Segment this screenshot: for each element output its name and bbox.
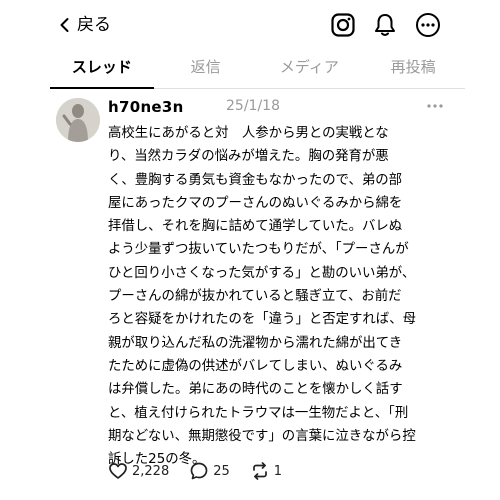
post-actions: 2,228 25 1 [108,460,302,482]
tab-media[interactable]: メディア [258,50,362,88]
post-body: 高校生にあがると対 人参から男との実戦とな り、当然カラダの悩みが増えた。胸の発… [108,126,416,468]
avatar[interactable] [56,98,100,142]
bell-icon[interactable] [372,12,398,38]
profile-tabs: スレッド 返信 メディア 再投稿 [50,50,465,89]
repost-button[interactable]: 1 [250,461,282,481]
tab-reposts[interactable]: 再投稿 [361,50,465,88]
repost-icon [252,462,267,480]
instagram-icon[interactable] [330,12,356,38]
more-options-icon[interactable] [415,12,441,38]
heart-icon [109,463,127,479]
comment-icon [190,462,208,480]
chevron-left-icon [60,18,69,32]
top-bar: 戻る [0,0,500,48]
username[interactable]: h70ne3n [108,98,184,116]
like-count: 2,228 [132,463,170,479]
tab-replies[interactable]: 返信 [154,50,258,88]
post-more-icon[interactable] [426,102,444,110]
tab-threads[interactable]: スレッド [50,50,154,89]
avatar-image [56,98,100,142]
reply-count: 25 [213,463,230,479]
repost-count: 1 [273,463,283,479]
back-button[interactable]: 戻る [56,12,111,38]
like-button[interactable]: 2,228 [108,461,169,481]
post-date: 25/1/18 [226,98,280,114]
back-label: 戻る [77,15,111,35]
reply-button[interactable]: 25 [189,461,230,481]
